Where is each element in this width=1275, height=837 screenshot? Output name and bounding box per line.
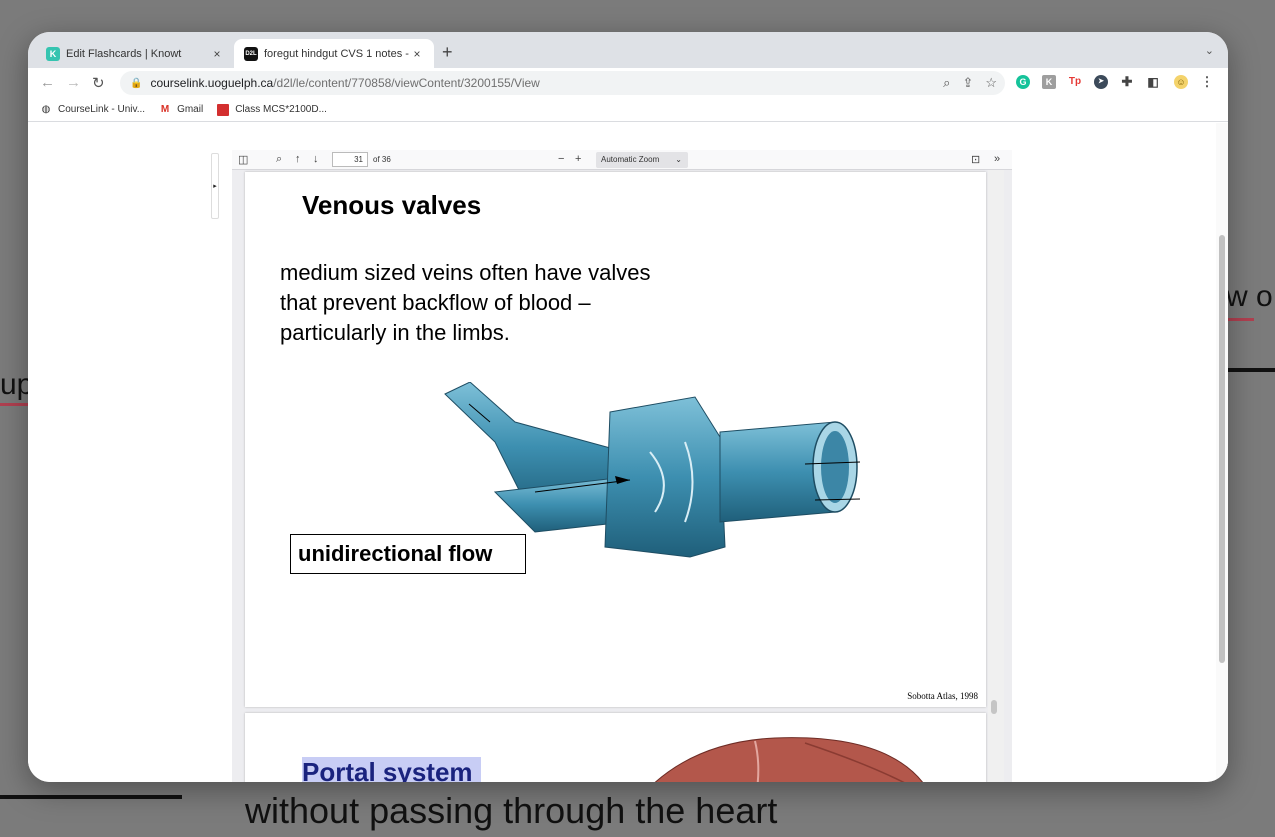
bookmark-courselink[interactable]: ◍ CourseLink - Univ... (40, 104, 145, 116)
bookmark-label: Gmail (177, 104, 204, 115)
tab-d2l-notes[interactable]: D2L foregut hindgut CVS 1 notes - × (234, 39, 434, 68)
pdf-toolbar: ◫ ⌕ ↑ ↓ 31 of 36 − + Automatic Zoom ⌄ ⊡ … (232, 150, 1012, 170)
bookmark-gmail[interactable]: M Gmail (159, 104, 203, 116)
bookmark-star-icon[interactable]: ☆ (985, 75, 997, 91)
pdf-scroll-thumb[interactable] (991, 700, 997, 714)
sidebar-toggle-button[interactable]: ▸ (211, 153, 219, 219)
url-path: /d2l/le/content/770858/viewContent/32001… (273, 76, 540, 90)
search-icon[interactable]: ⌕ (276, 153, 282, 166)
tab-title: Edit Flashcards | Knowt (66, 47, 182, 60)
pdf-viewer: ◫ ⌕ ↑ ↓ 31 of 36 − + Automatic Zoom ⌄ ⊡ … (232, 150, 1012, 782)
close-icon[interactable]: × (410, 47, 424, 61)
tp-extension-icon[interactable]: Tp (1068, 75, 1082, 89)
pdf-page: Venous valves medium sized veins often h… (245, 172, 986, 707)
tab-title: foregut hindgut CVS 1 notes - (264, 47, 409, 60)
unidirectional-flow-label: unidirectional flow (290, 534, 526, 574)
zoom-magnifier-icon[interactable]: ⌕ (943, 75, 950, 91)
slide-title: Portal system (302, 757, 481, 782)
d2l-favicon-icon: D2L (244, 46, 258, 61)
tab-knowt[interactable]: K Edit Flashcards | Knowt × (36, 39, 234, 68)
tab-search-chevron-icon[interactable]: ⌄ (1205, 44, 1214, 57)
background-underline-left (0, 403, 30, 406)
citation: Sobotta Atlas, 1998 (907, 691, 978, 701)
browser-toolbar: ← → ↻ 🔒 courselink.uoguelph.ca/d2l/le/co… (28, 68, 1228, 98)
liver-illustration (654, 737, 923, 782)
side-panel-icon[interactable]: ◧ (1146, 75, 1160, 89)
bookmarks-bar: ◍ CourseLink - Univ... M Gmail Class MCS… (28, 98, 1228, 122)
chevron-down-icon: ⌄ (675, 155, 682, 164)
pdf-page: Portal system (245, 713, 986, 782)
class-icon (217, 103, 230, 116)
background-underline-right (1228, 318, 1254, 321)
knowt-extension-icon[interactable]: K (1042, 75, 1056, 89)
gmail-icon: M (160, 104, 170, 115)
zoom-in-icon[interactable]: + (575, 153, 581, 165)
page-number-input[interactable]: 31 (332, 152, 368, 167)
page-count: of 36 (373, 155, 391, 164)
bookmark-label: Class MCS*2100D... (235, 104, 327, 115)
avatar[interactable]: ☺ (1174, 75, 1188, 89)
background-rule-left (0, 795, 182, 799)
address-bar[interactable]: 🔒 courselink.uoguelph.ca/d2l/le/content/… (120, 71, 1005, 95)
previous-page-icon[interactable]: ↑ (295, 153, 301, 165)
slide-body: medium sized veins often have valves tha… (280, 260, 651, 345)
presentation-mode-icon[interactable]: ⊡ (971, 153, 980, 166)
toggle-sidebar-icon[interactable]: ◫ (238, 153, 248, 166)
tab-strip: K Edit Flashcards | Knowt × D2L foregut … (28, 32, 1228, 68)
background-bottom-text: without passing through the heart (245, 790, 778, 831)
bookmark-class[interactable]: Class MCS*2100D... (217, 103, 327, 116)
bookmark-label: CourseLink - Univ... (58, 104, 146, 115)
forward-arrow-icon[interactable]: → (66, 74, 81, 91)
next-page-icon[interactable]: ↓ (313, 153, 319, 165)
zoom-out-icon[interactable]: − (558, 153, 564, 165)
page-scrollbar[interactable] (1216, 123, 1228, 782)
puzzle-extensions-icon[interactable]: ✚ (1120, 75, 1134, 89)
reload-icon[interactable]: ↻ (92, 74, 105, 92)
back-arrow-icon[interactable]: ← (40, 74, 55, 91)
page-scroll-thumb[interactable] (1219, 235, 1225, 663)
new-tab-button[interactable]: + (442, 42, 453, 63)
background-fragment-right: w o (1226, 280, 1273, 313)
tools-menu-icon[interactable]: » (994, 153, 1000, 165)
cursor-extension-icon[interactable]: ➤ (1094, 75, 1108, 89)
knowt-favicon-icon: K (46, 46, 60, 61)
share-icon[interactable]: ⇪ (962, 75, 973, 91)
pdf-scrollbar[interactable] (988, 170, 1004, 782)
url-host: courselink.uoguelph.ca (150, 76, 274, 90)
slide-title: Venous valves (302, 190, 482, 220)
browser-window: K Edit Flashcards | Knowt × D2L foregut … (28, 32, 1228, 782)
page-content: ▸ ◫ ⌕ ↑ ↓ 31 of 36 − + Automatic Zoom ⌄ … (28, 123, 1228, 782)
globe-icon: ◍ (41, 104, 51, 115)
more-menu-icon[interactable]: ⋮ (1200, 75, 1214, 89)
grammarly-extension-icon[interactable]: G (1016, 75, 1030, 89)
close-icon[interactable]: × (210, 47, 224, 61)
zoom-value: Automatic Zoom (601, 155, 660, 164)
lock-icon: 🔒 (130, 77, 143, 89)
zoom-select[interactable]: Automatic Zoom ⌄ (596, 152, 688, 168)
background-rule-right (1226, 368, 1275, 372)
